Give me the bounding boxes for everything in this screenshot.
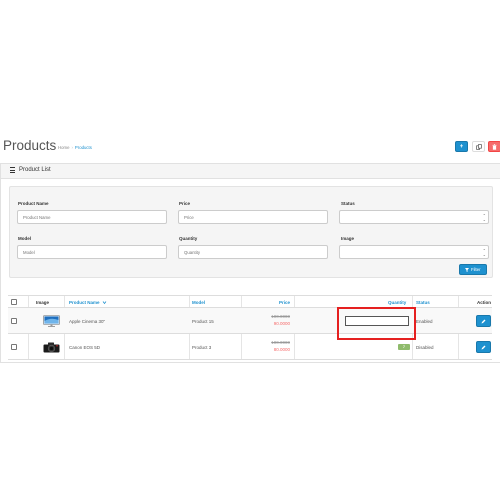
list-icon bbox=[10, 167, 15, 173]
price-cell: 100.0000 90.0000 bbox=[248, 314, 290, 334]
row-checkbox[interactable] bbox=[11, 344, 17, 350]
page-header: Products Home › Products + bbox=[0, 132, 500, 158]
column-header-quantity[interactable]: Quantity bbox=[388, 300, 406, 305]
table-header: Image Product Name Model Price Quantity … bbox=[8, 295, 492, 308]
price-cell: 100.0000 80.0000 bbox=[248, 340, 290, 360]
plus-icon: + bbox=[459, 143, 464, 150]
select-arrows-icon: ⌃ ⌄ bbox=[482, 213, 486, 222]
column-header-action: Action bbox=[477, 300, 491, 305]
highlight-box bbox=[337, 307, 416, 340]
model-label: Model bbox=[18, 236, 31, 241]
product-name-input[interactable] bbox=[17, 210, 167, 224]
price-label: Price bbox=[179, 201, 191, 206]
add-new-button[interactable]: + bbox=[455, 141, 468, 152]
column-header-status[interactable]: Status bbox=[416, 300, 430, 305]
row-checkbox[interactable] bbox=[11, 318, 17, 324]
select-all-checkbox[interactable] bbox=[11, 299, 17, 305]
model-cell: Product 3 bbox=[192, 345, 212, 350]
image-label: Image bbox=[341, 236, 355, 241]
price-input[interactable] bbox=[178, 210, 328, 224]
filter-button-label: Filter bbox=[470, 267, 481, 272]
delete-button[interactable] bbox=[488, 141, 500, 152]
column-header-price[interactable]: Price bbox=[279, 300, 290, 305]
edit-button[interactable] bbox=[476, 341, 491, 353]
original-price: 100.0000 bbox=[271, 340, 290, 345]
breadcrumb-home[interactable]: Home bbox=[58, 145, 69, 150]
breadcrumb-products[interactable]: Products bbox=[75, 145, 92, 150]
filter-button[interactable]: Filter bbox=[459, 264, 487, 275]
breadcrumb-separator: › bbox=[71, 145, 73, 150]
product-name-cell: Canon EOS 5D bbox=[69, 345, 101, 350]
special-price: 80.0000 bbox=[273, 347, 290, 352]
panel-title: Product List bbox=[19, 167, 51, 173]
pencil-icon bbox=[481, 319, 486, 323]
pencil-icon bbox=[481, 345, 486, 349]
panel-heading: Product List bbox=[1, 164, 500, 179]
special-price: 90.0000 bbox=[273, 321, 290, 326]
status-cell: Disabled bbox=[416, 345, 434, 350]
product-name-label: Product Name bbox=[18, 201, 49, 206]
funnel-icon bbox=[465, 267, 470, 272]
quantity-label: Quantity bbox=[179, 236, 198, 241]
table-row: Apple Cinema 30" Product 15 100.0000 90.… bbox=[8, 308, 492, 334]
quantity-input[interactable] bbox=[178, 245, 328, 259]
status-label: Status bbox=[341, 201, 355, 206]
status-select[interactable]: ⌃ ⌄ bbox=[339, 210, 489, 224]
select-arrows-icon: ⌃ ⌄ bbox=[482, 248, 486, 257]
filter-section: Product Name Price Status ⌃⌄ Model Quant… bbox=[9, 186, 493, 278]
camera-thumbnail bbox=[43, 342, 60, 353]
original-price: 100.0000 bbox=[271, 314, 290, 319]
quantity-badge: 7 bbox=[398, 344, 410, 350]
column-header-model[interactable]: Model bbox=[192, 300, 205, 305]
breadcrumb: Home › Products bbox=[58, 145, 92, 150]
chevron-down-icon bbox=[102, 301, 106, 305]
status-cell: Enabled bbox=[416, 319, 433, 324]
copy-icon bbox=[475, 143, 482, 150]
column-header-product-name[interactable]: Product Name bbox=[69, 300, 107, 305]
trash-icon bbox=[492, 143, 497, 150]
product-name-cell: Apple Cinema 30" bbox=[69, 319, 106, 324]
table-row: Canon EOS 5D Product 3 100.0000 80.0000 … bbox=[8, 334, 492, 360]
model-cell: Product 15 bbox=[192, 319, 214, 324]
column-header-product-name-label: Product Name bbox=[69, 300, 100, 305]
column-header-image: Image bbox=[36, 300, 50, 305]
image-select[interactable]: ⌃ ⌄ bbox=[339, 245, 489, 259]
monitor-thumbnail bbox=[43, 315, 60, 327]
model-input[interactable] bbox=[17, 245, 167, 259]
edit-button[interactable] bbox=[476, 315, 491, 327]
copy-button[interactable] bbox=[472, 141, 485, 152]
page-title: Products bbox=[3, 138, 57, 153]
